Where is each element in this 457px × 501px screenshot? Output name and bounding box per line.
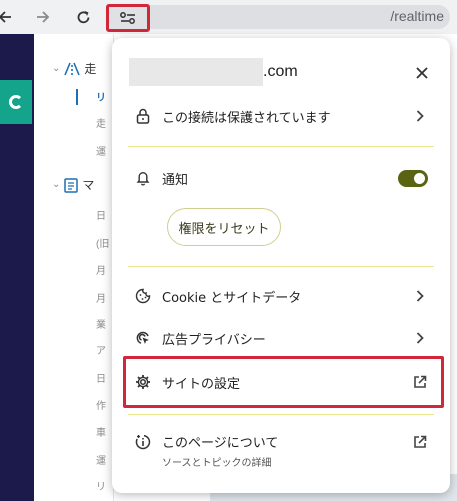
- highlight-box: [123, 356, 444, 408]
- site-info-button[interactable]: [106, 4, 150, 32]
- divider: [128, 266, 434, 267]
- connection-label: この接続は保護されています: [162, 110, 331, 126]
- reload-icon: [77, 10, 89, 23]
- reset-permissions-button[interactable]: 権限をリセット: [167, 208, 281, 246]
- divider: [128, 146, 434, 147]
- app-logo[interactable]: [0, 80, 32, 124]
- notifications-toggle[interactable]: [398, 170, 428, 187]
- back-button[interactable]: [0, 6, 16, 28]
- tune-icon: [120, 12, 135, 24]
- chevron-right-icon: [412, 108, 428, 124]
- about-page-label: このページについて: [162, 436, 279, 451]
- about-icon: [133, 432, 153, 452]
- connection-security-row[interactable]: この接続は保護されています: [120, 96, 442, 136]
- arrow-right-icon: [37, 11, 50, 23]
- about-page-row[interactable]: このページについて ソースとトピックの詳細: [120, 424, 442, 470]
- notifications-row: 通知: [120, 158, 442, 198]
- left-rail: [0, 34, 34, 501]
- sidebar-section-label: マ: [82, 178, 95, 192]
- chevron-right-icon: [412, 288, 428, 304]
- site-info-popup: .com この接続は保護されています 通知 権限をリセット Cookie とサイ…: [112, 38, 450, 493]
- url-path: /realtime: [390, 8, 444, 24]
- address-bar[interactable]: /realtime: [150, 5, 450, 29]
- notifications-label: 通知: [162, 172, 189, 188]
- arrow-left-icon: [0, 11, 11, 23]
- ad-privacy-label: 広告プライバシー: [162, 332, 266, 348]
- domain-label: .com: [263, 63, 298, 80]
- close-button[interactable]: [411, 62, 433, 84]
- ad-privacy-row[interactable]: 広告プライバシー: [120, 318, 442, 358]
- cookies-label: Cookie とサイトデータ: [162, 290, 302, 306]
- cookies-row[interactable]: Cookie とサイトデータ: [120, 276, 442, 316]
- lock-icon: [133, 106, 153, 126]
- chevron-down-icon: ⌄: [52, 63, 61, 74]
- sidebar-section-master[interactable]: ⌄ マ: [52, 176, 94, 193]
- divider: [128, 414, 434, 415]
- close-icon: [416, 67, 428, 79]
- active-marker: [76, 89, 78, 105]
- open-external-icon: [412, 434, 428, 450]
- reload-button[interactable]: [72, 6, 94, 28]
- cookie-icon: [133, 286, 153, 306]
- ad-privacy-icon: [133, 328, 153, 348]
- browser-toolbar: /realtime: [0, 0, 457, 34]
- sidebar-section-driving[interactable]: ⌄ 走: [52, 60, 96, 77]
- chevron-right-icon: [412, 330, 428, 346]
- toggle-knob: [414, 173, 425, 184]
- domain-redacted: [129, 58, 263, 86]
- clipboard-icon: [64, 177, 79, 193]
- bell-icon: [133, 168, 153, 188]
- forward-button[interactable]: [32, 6, 54, 28]
- road-icon: [64, 62, 81, 75]
- chevron-down-icon: ⌄: [52, 179, 61, 190]
- sidebar-section-label: 走: [84, 62, 97, 76]
- about-page-sublabel: ソースとトピックの詳細: [162, 458, 272, 469]
